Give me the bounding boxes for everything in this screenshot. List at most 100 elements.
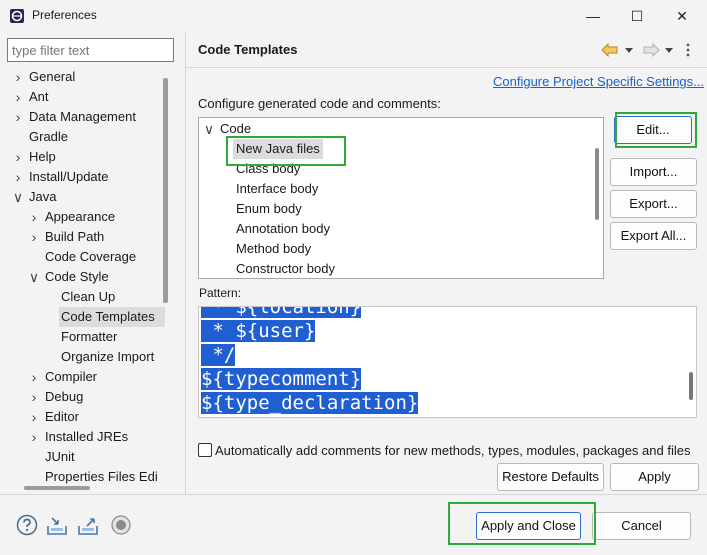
tree-item-label: Appearance (45, 209, 116, 224)
cancel-button-label: Cancel (621, 518, 662, 533)
preferences-navigation: ›General›Ant›Data ManagementGradle›Help›… (0, 32, 185, 494)
template-item[interactable]: Annotation body (199, 219, 603, 239)
export-all-button-label: Export All... (620, 228, 687, 243)
tree-item[interactable]: JUnit (0, 447, 165, 467)
window-title: Preferences (32, 8, 97, 22)
tree-item-label: Compiler (45, 369, 98, 384)
pattern-line-text: ${typecomment} (201, 368, 362, 390)
tree-item[interactable]: ∨ Code Style (0, 267, 165, 287)
export-button-label: Export... (629, 196, 678, 211)
pattern-line: ${type_declaration} (201, 391, 419, 415)
template-item[interactable]: Method body (199, 239, 603, 259)
import-prefs-icon[interactable] (46, 514, 68, 536)
tree-item[interactable]: › Install/Update (0, 167, 165, 187)
tree-item-label: Code Coverage (45, 249, 137, 264)
tree-item[interactable]: Code Coverage (0, 247, 165, 267)
configure-project-settings-link[interactable]: Configure Project Specific Settings... (493, 74, 704, 89)
tree-item[interactable]: Gradle (0, 127, 165, 147)
panel-divider[interactable] (185, 32, 186, 494)
minimize-button[interactable]: — (570, 0, 616, 32)
apply-button[interactable]: Apply (610, 463, 699, 491)
auto-comments-option[interactable]: Automatically add comments for new metho… (198, 441, 690, 459)
maximize-button[interactable]: ☐ (614, 0, 660, 32)
minimize-icon: — (586, 8, 600, 24)
export-prefs-icon[interactable] (77, 514, 99, 536)
pattern-editor[interactable]: * ${location} * ${user} */${typecomment}… (198, 306, 697, 418)
chevron-down-icon[interactable]: ∨ (12, 187, 24, 207)
tree-item-label: Java (29, 189, 57, 204)
tree-item[interactable]: › Appearance (0, 207, 165, 227)
template-item-label: Enum body (236, 201, 302, 216)
tree-item[interactable]: › Editor (0, 407, 165, 427)
tree-item[interactable]: Clean Up (0, 287, 165, 307)
tree-item[interactable]: Properties Files Edi (0, 467, 165, 484)
import-button[interactable]: Import... (610, 158, 697, 186)
chevron-right-icon[interactable]: › (28, 387, 40, 407)
tree-item-label: Debug (45, 389, 84, 404)
pattern-line-text: * ${user} (201, 320, 316, 342)
export-all-button[interactable]: Export All... (610, 222, 697, 250)
tree-item[interactable]: Code Templates (59, 307, 165, 327)
filter-input[interactable] (7, 38, 174, 62)
close-icon: ✕ (676, 7, 688, 24)
tree-item-label: Installed JREs (45, 429, 129, 444)
cancel-button[interactable]: Cancel (592, 512, 691, 540)
chevron-right-icon[interactable]: › (12, 87, 24, 107)
tree-item[interactable]: ∨ Java (0, 187, 165, 207)
chevron-right-icon[interactable]: › (28, 427, 40, 447)
tree-item[interactable]: › Debug (0, 387, 165, 407)
pattern-scrollbar[interactable] (689, 372, 693, 400)
tree-item[interactable]: › General (0, 67, 165, 87)
chevron-right-icon[interactable]: › (12, 107, 24, 127)
template-item[interactable]: Enum body (199, 199, 603, 219)
tree-item-label: Data Management (29, 109, 136, 124)
export-button[interactable]: Export... (610, 190, 697, 218)
chevron-right-icon[interactable]: › (12, 167, 24, 187)
chevron-down-icon[interactable]: ∨ (28, 267, 40, 287)
tree-horizontal-scrollbar[interactable] (24, 486, 90, 490)
restore-defaults-button[interactable]: Restore Defaults (497, 463, 604, 491)
page-title: Code Templates (198, 42, 298, 57)
back-arrow-icon[interactable] (601, 43, 619, 57)
forward-menu-chevron-icon[interactable] (665, 48, 673, 54)
template-item[interactable]: Interface body (199, 179, 603, 199)
tree-item[interactable]: Organize Import (0, 347, 165, 367)
templates-scrollbar[interactable] (595, 148, 599, 220)
auto-comments-label: Automatically add comments for new metho… (215, 442, 691, 458)
tree-item[interactable]: Formatter (0, 327, 165, 347)
maximize-icon: ☐ (630, 7, 644, 24)
tree-item[interactable]: › Compiler (0, 367, 165, 387)
chevron-right-icon[interactable]: › (12, 67, 24, 87)
import-button-label: Import... (629, 164, 678, 179)
record-icon[interactable] (110, 514, 132, 536)
forward-arrow-icon[interactable] (642, 43, 660, 57)
template-item[interactable]: Constructor body (199, 259, 603, 278)
chevron-right-icon[interactable]: › (28, 367, 40, 387)
tree-item-label: General (29, 69, 76, 84)
chevron-right-icon[interactable]: › (28, 227, 40, 247)
auto-comments-checkbox[interactable] (198, 443, 212, 457)
tree-item-label: Code Style (45, 269, 109, 284)
chevron-down-icon[interactable]: ∨ (203, 119, 215, 139)
tree-item[interactable]: › Ant (0, 87, 165, 107)
help-icon[interactable] (16, 514, 38, 536)
tree-vertical-scrollbar[interactable] (163, 78, 168, 303)
back-menu-chevron-icon[interactable] (625, 48, 633, 54)
pattern-line: */ (201, 343, 236, 367)
chevron-right-icon[interactable]: › (28, 207, 40, 227)
tree-item[interactable]: › Help (0, 147, 165, 167)
pattern-line-text: * ${location} (201, 307, 362, 318)
tree-item[interactable]: › Installed JREs (0, 427, 165, 447)
pattern-line: * ${user} (201, 319, 316, 343)
chevron-right-icon[interactable]: › (12, 147, 24, 167)
view-menu-icon[interactable] (686, 43, 690, 57)
close-button[interactable]: ✕ (659, 0, 705, 32)
tree-item-label: Properties Files Edi (45, 469, 158, 484)
tree-item[interactable]: › Data Management (0, 107, 165, 127)
template-item-label: Constructor body (236, 261, 335, 276)
tree-item-label: JUnit (45, 449, 75, 464)
chevron-right-icon[interactable]: › (28, 407, 40, 427)
tree-item[interactable]: › Build Path (0, 227, 165, 247)
tree-item-label: Code Templates (61, 309, 155, 324)
eclipse-app-icon (10, 9, 24, 23)
